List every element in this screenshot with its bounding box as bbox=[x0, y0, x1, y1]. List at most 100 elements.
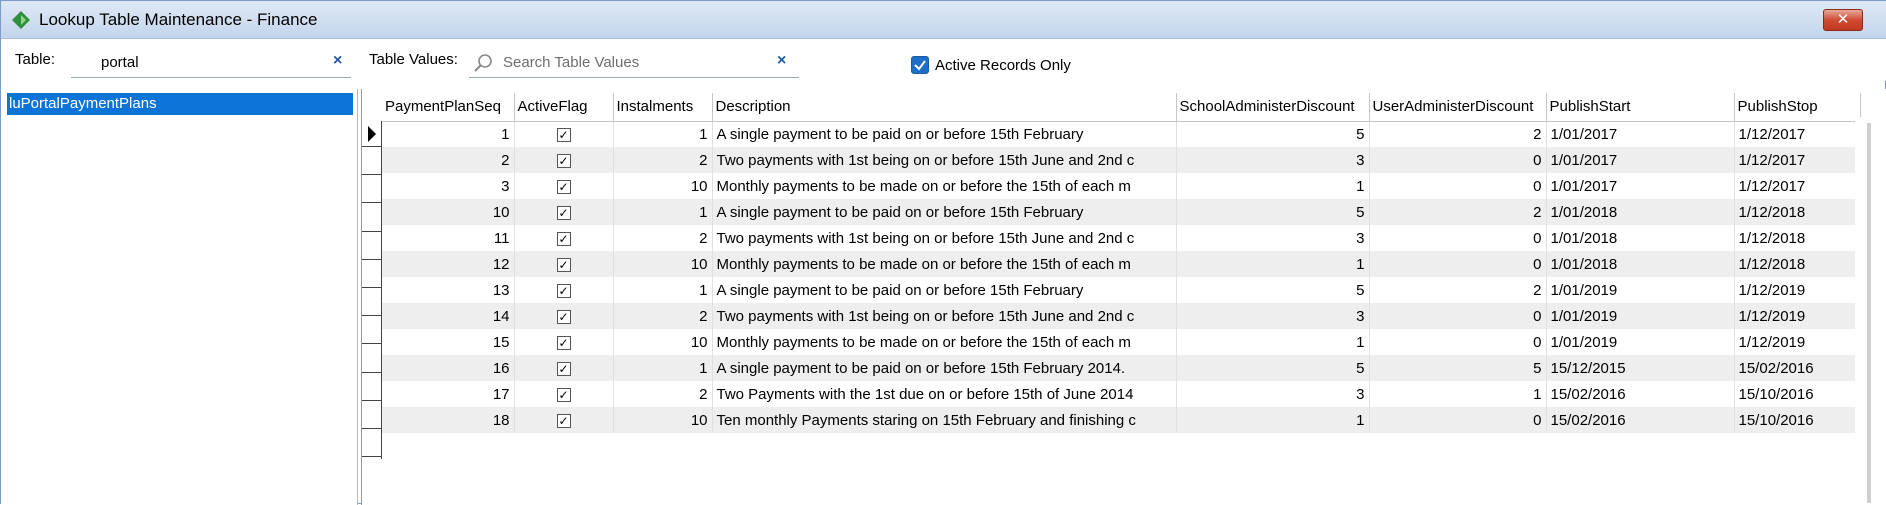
table-row[interactable]: 17 ✓ 2 Two Payments with the 1st due on or … bbox=[382, 381, 1861, 407]
instalments-cell[interactable]: 2 bbox=[613, 381, 713, 407]
school-cell[interactable]: 5 bbox=[1176, 199, 1370, 225]
description-cell[interactable]: A single payment to be paid on or before… bbox=[712, 121, 1177, 147]
active-flag-checkbox[interactable]: ✓ bbox=[556, 179, 571, 194]
active-flag-checkbox[interactable]: ✓ bbox=[556, 335, 571, 350]
user-cell[interactable]: 1 bbox=[1369, 381, 1547, 407]
active-flag-cell[interactable]: ✓ bbox=[514, 355, 614, 381]
description-cell[interactable]: A single payment to be paid on or before… bbox=[712, 355, 1177, 381]
column-header[interactable]: PublishStop bbox=[1734, 93, 1861, 122]
stop-cell[interactable]: 1/12/2019 bbox=[1734, 277, 1861, 303]
stop-cell[interactable]: 1/12/2017 bbox=[1734, 173, 1861, 199]
row-selector[interactable] bbox=[362, 121, 382, 147]
search-table-values-input[interactable]: Search Table Values × bbox=[469, 48, 799, 78]
user-cell[interactable]: 0 bbox=[1369, 225, 1547, 251]
column-header[interactable]: Description bbox=[712, 93, 1177, 122]
user-cell[interactable]: 0 bbox=[1369, 303, 1547, 329]
row-selector[interactable] bbox=[362, 403, 382, 429]
active-flag-checkbox[interactable]: ✓ bbox=[556, 231, 571, 246]
user-cell[interactable]: 0 bbox=[1369, 407, 1547, 433]
active-flag-checkbox[interactable]: ✓ bbox=[556, 309, 571, 324]
start-cell[interactable]: 1/01/2017 bbox=[1546, 147, 1735, 173]
active-flag-checkbox[interactable]: ✓ bbox=[556, 257, 571, 272]
description-cell[interactable]: Ten monthly Payments staring on 15th Feb… bbox=[712, 407, 1177, 433]
active-flag-cell[interactable]: ✓ bbox=[514, 277, 614, 303]
description-cell[interactable]: Monthly payments to be made on or before… bbox=[712, 329, 1177, 355]
table-row[interactable]: 15 ✓ 10 Monthly payments to be made on or b… bbox=[382, 329, 1861, 355]
active-flag-cell[interactable]: ✓ bbox=[514, 251, 614, 277]
active-flag-cell[interactable]: ✓ bbox=[514, 407, 614, 433]
start-cell[interactable]: 15/02/2016 bbox=[1546, 381, 1735, 407]
row-selector[interactable] bbox=[362, 206, 382, 232]
stop-cell[interactable]: 1/12/2019 bbox=[1734, 303, 1861, 329]
active-flag-cell[interactable]: ✓ bbox=[514, 199, 614, 225]
seq-cell[interactable]: 18 bbox=[382, 407, 515, 433]
user-cell[interactable]: 5 bbox=[1369, 355, 1547, 381]
active-flag-cell[interactable]: ✓ bbox=[514, 173, 614, 199]
row-selector[interactable] bbox=[362, 234, 382, 260]
instalments-cell[interactable]: 10 bbox=[613, 329, 713, 355]
user-cell[interactable]: 0 bbox=[1369, 251, 1547, 277]
description-cell[interactable]: A single payment to be paid on or before… bbox=[712, 199, 1177, 225]
vertical-scrollbar[interactable] bbox=[1855, 117, 1885, 505]
row-selector[interactable] bbox=[362, 318, 382, 345]
seq-cell[interactable]: 2 bbox=[382, 147, 515, 173]
school-cell[interactable]: 1 bbox=[1176, 173, 1370, 199]
school-cell[interactable]: 1 bbox=[1176, 407, 1370, 433]
school-cell[interactable]: 3 bbox=[1176, 303, 1370, 329]
row-selector[interactable] bbox=[362, 290, 382, 317]
row-selector[interactable] bbox=[362, 149, 382, 176]
stop-cell[interactable]: 1/12/2018 bbox=[1734, 199, 1861, 225]
clear-search-icon[interactable]: × bbox=[777, 52, 786, 70]
stop-cell[interactable]: 1/12/2018 bbox=[1734, 251, 1861, 277]
seq-cell[interactable]: 14 bbox=[382, 303, 515, 329]
instalments-cell[interactable]: 1 bbox=[613, 199, 713, 225]
table-filter-input[interactable]: portal × bbox=[71, 48, 351, 78]
school-cell[interactable]: 3 bbox=[1176, 147, 1370, 173]
seq-cell[interactable]: 10 bbox=[382, 199, 515, 225]
seq-cell[interactable]: 16 bbox=[382, 355, 515, 381]
seq-cell[interactable]: 3 bbox=[382, 173, 515, 199]
table-row[interactable]: 14 ✓ 2 Two payments with 1st being on or be… bbox=[382, 303, 1861, 329]
column-header[interactable]: UserAdministerDiscount bbox=[1369, 93, 1547, 122]
active-flag-checkbox[interactable]: ✓ bbox=[556, 205, 571, 220]
table-row[interactable]: 1 ✓ 1 A single payment to be paid on or bef… bbox=[382, 121, 1861, 147]
active-flag-checkbox[interactable]: ✓ bbox=[556, 387, 571, 402]
start-cell[interactable]: 1/01/2019 bbox=[1546, 303, 1735, 329]
column-header[interactable]: Instalments bbox=[613, 93, 713, 122]
instalments-cell[interactable]: 10 bbox=[613, 173, 713, 199]
table-row[interactable]: 11 ✓ 2 Two payments with 1st being on or be… bbox=[382, 225, 1861, 251]
description-cell[interactable]: Two payments with 1st being on or before… bbox=[712, 303, 1177, 329]
start-cell[interactable]: 1/01/2018 bbox=[1546, 251, 1735, 277]
user-cell[interactable]: 2 bbox=[1369, 199, 1547, 225]
instalments-cell[interactable]: 10 bbox=[613, 407, 713, 433]
school-cell[interactable]: 3 bbox=[1176, 225, 1370, 251]
active-flag-checkbox[interactable]: ✓ bbox=[556, 283, 571, 298]
school-cell[interactable]: 5 bbox=[1176, 121, 1370, 147]
active-flag-cell[interactable]: ✓ bbox=[514, 381, 614, 407]
active-flag-checkbox[interactable]: ✓ bbox=[556, 361, 571, 376]
instalments-cell[interactable]: 1 bbox=[613, 355, 713, 381]
column-header[interactable]: PublishStart bbox=[1546, 93, 1735, 122]
user-cell[interactable]: 0 bbox=[1369, 173, 1547, 199]
active-flag-cell[interactable]: ✓ bbox=[514, 225, 614, 251]
row-selector[interactable] bbox=[362, 431, 382, 458]
user-cell[interactable]: 2 bbox=[1369, 121, 1547, 147]
start-cell[interactable]: 1/01/2017 bbox=[1546, 173, 1735, 199]
row-selector[interactable] bbox=[362, 262, 382, 288]
stop-cell[interactable]: 15/10/2016 bbox=[1734, 381, 1861, 407]
description-cell[interactable]: A single payment to be paid on or before… bbox=[712, 277, 1177, 303]
start-cell[interactable]: 1/01/2019 bbox=[1546, 329, 1735, 355]
active-flag-cell[interactable]: ✓ bbox=[514, 303, 614, 329]
seq-cell[interactable]: 1 bbox=[382, 121, 515, 147]
table-row[interactable]: 16 ✓ 1 A single payment to be paid on or be… bbox=[382, 355, 1861, 381]
school-cell[interactable]: 1 bbox=[1176, 329, 1370, 355]
start-cell[interactable]: 1/01/2017 bbox=[1546, 121, 1735, 147]
table-row[interactable]: 12 ✓ 10 Monthly payments to be made on or b… bbox=[382, 251, 1861, 277]
seq-cell[interactable]: 17 bbox=[382, 381, 515, 407]
seq-cell[interactable]: 12 bbox=[382, 251, 515, 277]
user-cell[interactable]: 0 bbox=[1369, 147, 1547, 173]
start-cell[interactable]: 1/01/2019 bbox=[1546, 277, 1735, 303]
instalments-cell[interactable]: 10 bbox=[613, 251, 713, 277]
school-cell[interactable]: 3 bbox=[1176, 381, 1370, 407]
stop-cell[interactable]: 1/12/2018 bbox=[1734, 225, 1861, 251]
